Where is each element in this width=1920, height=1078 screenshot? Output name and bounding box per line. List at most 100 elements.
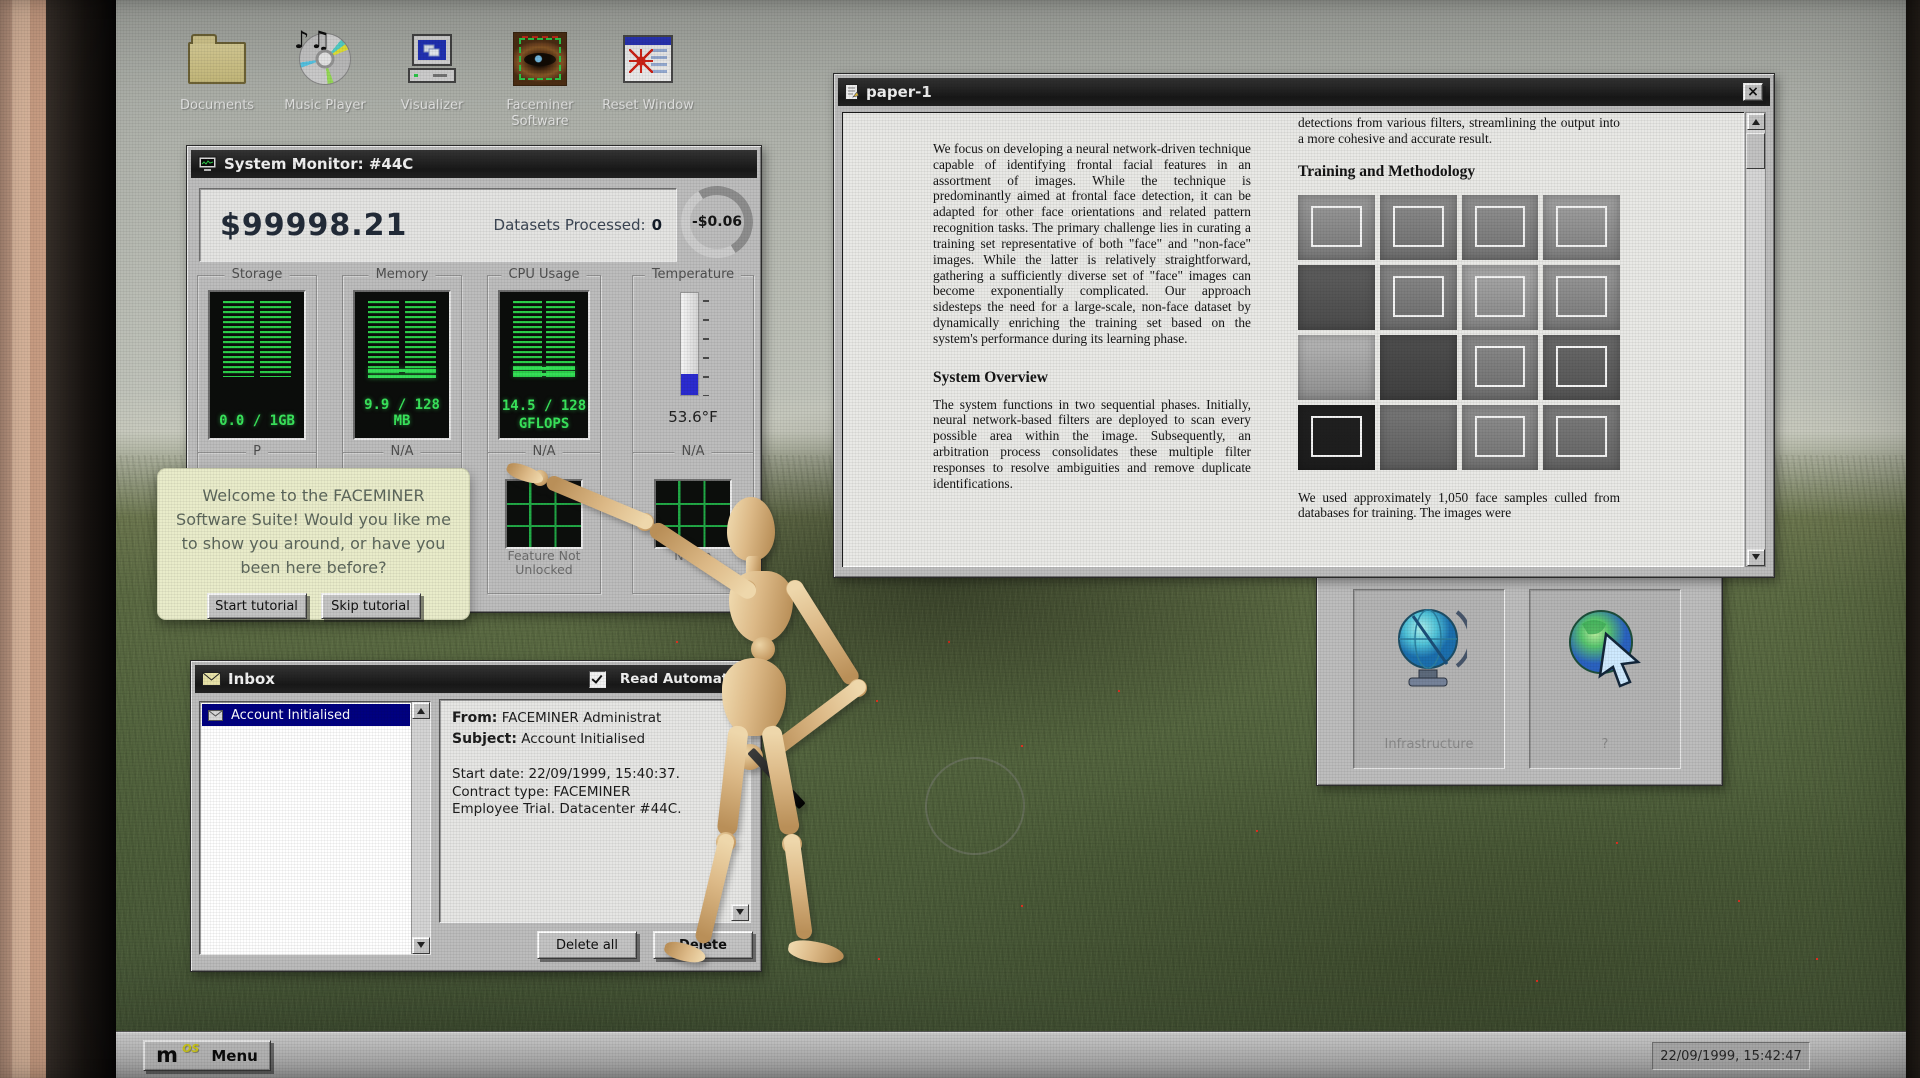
face-samples-grid <box>1298 195 1620 470</box>
temperature-label: Temperature <box>645 267 741 282</box>
desktop-icon-documents[interactable]: Documents <box>169 28 265 114</box>
mannequin-pelvis <box>722 658 786 736</box>
icon-graphic <box>277 28 373 90</box>
locked-caption: Feature Not Unlocked <box>492 549 596 578</box>
face-sample-cell <box>1543 335 1620 400</box>
paper-section-heading: Training and Methodology <box>1298 163 1620 181</box>
locked-panel-label: P <box>246 444 268 459</box>
icon-graphic <box>600 28 696 90</box>
temperature-value: 53.6°F <box>633 408 753 426</box>
balance-delta-gauge: -$0.06 <box>681 186 753 258</box>
thermometer-track <box>680 292 699 396</box>
inbox-titlebar[interactable]: Inbox Read Automatica <box>195 665 757 693</box>
list-scrollbar[interactable] <box>411 702 430 954</box>
mos-logo: m <box>156 1045 178 1066</box>
paper-paragraph: The system functions in two sequential p… <box>933 397 1251 492</box>
paper-left-column: We focus on developing a neural network-… <box>933 113 1251 567</box>
paper-title: paper-1 <box>866 83 932 101</box>
system-monitor-titlebar[interactable]: System Monitor: #44C <box>191 150 757 178</box>
cpu-label: CPU Usage <box>501 267 586 282</box>
skip-tutorial-button[interactable]: Skip tutorial <box>321 593 421 619</box>
taskbar-clock: 22/09/1999, 15:42:47 <box>1652 1042 1810 1070</box>
face-sample-cell <box>1462 265 1539 330</box>
cpu-value: 14.5 / 128 GFLOPS <box>500 398 588 433</box>
inbox-message-list[interactable]: Account Initialised <box>199 701 431 955</box>
menu-label: Menu <box>211 1047 257 1065</box>
start-tutorial-button[interactable]: Start tutorial <box>207 593 307 619</box>
unknown-feature-label: ? <box>1602 737 1609 752</box>
envelope-icon <box>202 672 221 686</box>
storage-value: 0.0 / 1GB <box>210 413 304 429</box>
music-notes-icon <box>294 26 331 54</box>
cpu-gauge: CPU Usage 14.5 / 128 GFLOPS <box>487 275 601 453</box>
cpu-usage-line <box>513 373 575 376</box>
desktop-icon-label: Documents <box>169 98 265 114</box>
detection-frame <box>1311 416 1362 457</box>
desktop-icon-label: Music Player <box>277 98 373 114</box>
desktop-icon-visualizer[interactable]: Visualizer <box>384 28 480 114</box>
inbox-title: Inbox <box>228 670 275 688</box>
notepad-icon <box>845 84 859 101</box>
face-sample-cell <box>1380 265 1457 330</box>
memory-matrix-pattern <box>368 301 436 377</box>
detection-frame <box>1556 346 1607 387</box>
thermometer-ticks <box>703 300 709 396</box>
menu-button[interactable]: m OS Menu <box>143 1040 271 1071</box>
subject-value: Account Initialised <box>521 731 645 747</box>
datasets-label: Datasets Processed: <box>494 216 646 234</box>
inbox-window: Inbox Read Automatica Account Initialise… <box>190 660 762 972</box>
system-monitor-title: System Monitor: #44C <box>224 155 413 173</box>
paper-window: paper-1 We focus on developing a neural … <box>833 73 1775 578</box>
detection-frame <box>1556 276 1607 317</box>
detection-frame <box>1311 206 1362 247</box>
desktop-icon-faceminer-software[interactable]: Faceminer Software <box>492 28 588 129</box>
cd-icon <box>299 33 351 85</box>
tooltip-text: Welcome to the FACEMINER Software Suite!… <box>175 484 452 580</box>
scroll-down-button[interactable] <box>412 937 430 954</box>
infrastructure-button[interactable]: Infrastructure <box>1353 589 1505 769</box>
face-sample-cell <box>1380 195 1457 260</box>
computer-icon <box>405 32 459 86</box>
read-automatically-checkbox[interactable] <box>589 671 606 688</box>
icon-graphic <box>492 28 588 90</box>
monitor-icon <box>198 156 217 173</box>
taskbar: m OS Menu 22/09/1999, 15:42:47 <box>116 1032 1906 1078</box>
face-sample-cell <box>1543 405 1620 470</box>
message-body-line: Start date: 22/09/1999, 15:40:37. <box>452 766 738 784</box>
window-lines <box>651 49 667 75</box>
unknown-feature-button[interactable]: ? <box>1529 589 1681 769</box>
desktop-icon-label: Faceminer Software <box>492 98 588 129</box>
scroll-up-button[interactable] <box>412 702 430 719</box>
face-sample-cell <box>1543 195 1620 260</box>
close-button[interactable] <box>1743 83 1763 101</box>
detection-frame <box>1475 346 1526 387</box>
detection-frame <box>1556 206 1607 247</box>
detection-frame <box>1475 206 1526 247</box>
down-arrow-icon <box>736 909 744 919</box>
mos-logo-os: OS <box>182 1042 199 1055</box>
datasets-processed: Datasets Processed:0 <box>494 216 662 234</box>
storage-display: 0.0 / 1GB <box>208 290 306 440</box>
scroll-down-button[interactable] <box>1747 549 1765 566</box>
desktop-icon-music-player[interactable]: Music Player <box>277 28 373 114</box>
paper-paragraph: We used approximately 1,050 face samples… <box>1298 490 1620 522</box>
paper-section-heading: System Overview <box>933 369 1251 387</box>
memory-usage-line <box>368 369 436 372</box>
scroll-up-button[interactable] <box>1747 113 1765 130</box>
icon-graphic <box>169 28 265 90</box>
list-item-selected[interactable]: Account Initialised <box>202 704 410 726</box>
delete-all-button[interactable]: Delete all <box>537 931 637 959</box>
desktop-icon-label: Reset Window <box>600 98 696 114</box>
paper-scrollbar[interactable] <box>1745 112 1766 567</box>
cpu-value-line1: 14.5 / 128 <box>500 398 588 416</box>
balance-value: $99998.21 <box>220 208 407 243</box>
face-sample-cell <box>1543 265 1620 330</box>
tooltip-buttons: Start tutorial Skip tutorial <box>175 593 452 619</box>
game-screen: Documents Music Player Visualizer <box>0 0 1920 1078</box>
from-value: FACEMINER Administrat <box>502 710 662 726</box>
scrollbar-thumb[interactable] <box>1746 133 1765 169</box>
red-dashed-line <box>522 36 558 38</box>
scroll-down-button[interactable] <box>731 904 749 921</box>
desktop-icon-reset-window[interactable]: Reset Window <box>600 28 696 114</box>
paper-titlebar[interactable]: paper-1 <box>838 78 1770 106</box>
